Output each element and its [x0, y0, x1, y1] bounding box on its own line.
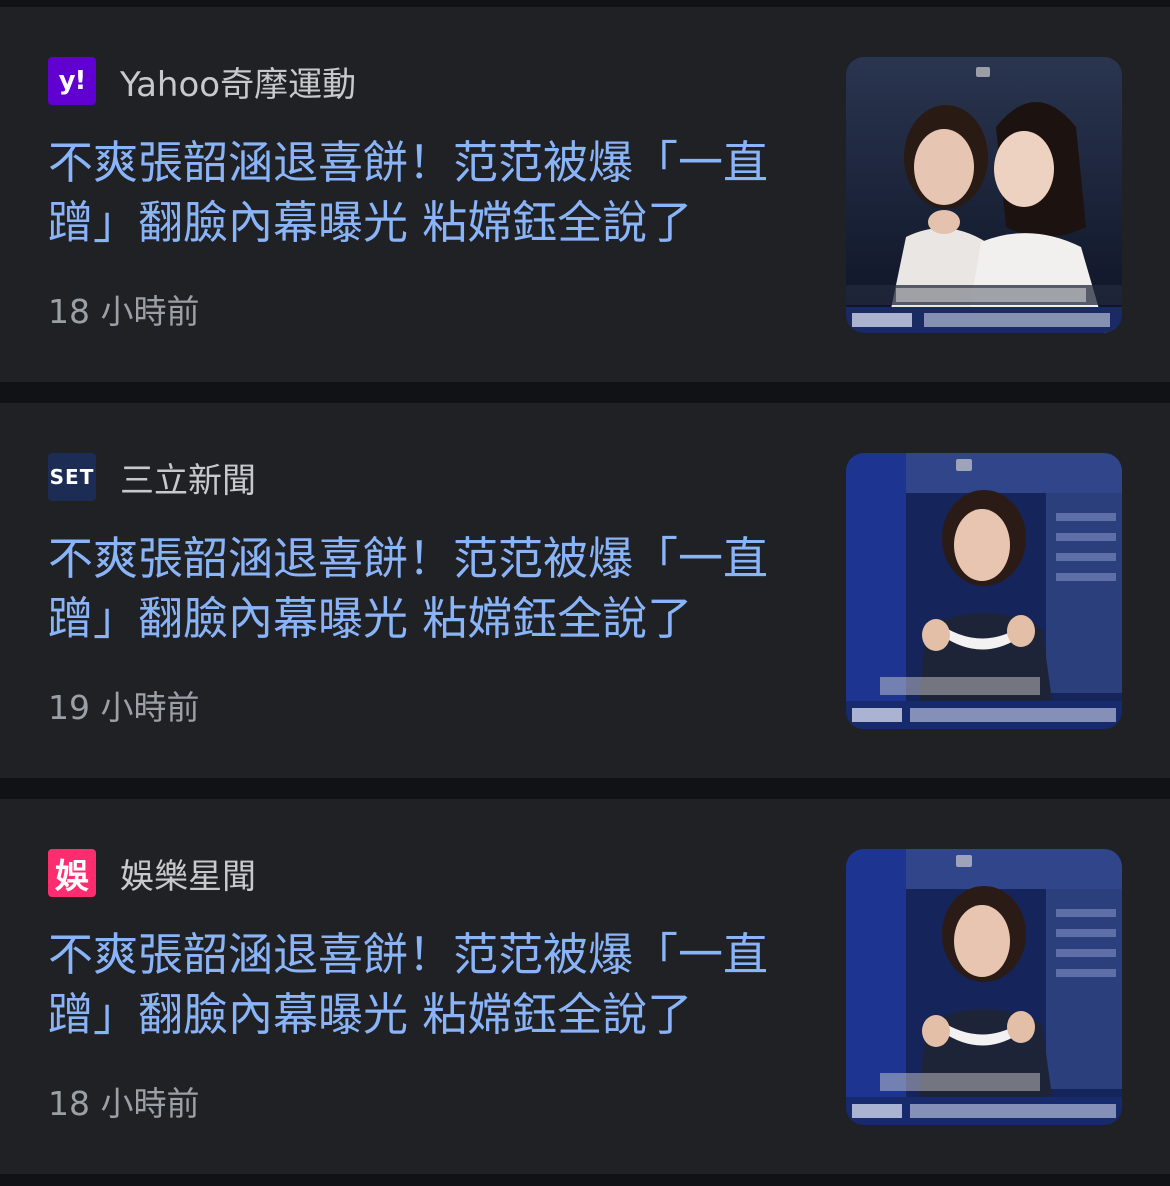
source-logo-text: 娛	[55, 856, 89, 897]
news-feed: y! Yahoo奇摩運動 不爽張韶涵退喜餅！范范被爆「一直蹭」翻臉內幕曝光 粘嫦…	[0, 0, 1170, 1186]
source-logo-text: SET	[49, 465, 95, 489]
source-row: y! Yahoo奇摩運動	[48, 57, 357, 105]
source-logo-text: y!	[58, 66, 87, 96]
source-name: Yahoo奇摩運動	[120, 64, 357, 105]
headline-link[interactable]: 不爽張韶涵退喜餅！范范被爆「一直蹭」翻臉內幕曝光 粘嫦鈺全說了	[48, 133, 788, 253]
source-row: SET 三立新聞	[48, 453, 256, 501]
timestamp: 18 小時前	[48, 292, 200, 331]
thumbnail-image[interactable]	[846, 57, 1122, 333]
thumbnail-photo-tv-host	[846, 453, 1122, 729]
timestamp: 19 小時前	[48, 688, 200, 727]
yahoo-logo-icon: y!	[48, 57, 96, 105]
news-card[interactable]: 娛 娛樂星聞 不爽張韶涵退喜餅！范范被爆「一直蹭」翻臉內幕曝光 粘嫦鈺全說了 1…	[0, 799, 1170, 1174]
headline-link[interactable]: 不爽張韶涵退喜餅！范范被爆「一直蹭」翻臉內幕曝光 粘嫦鈺全說了	[48, 925, 788, 1045]
headline-link[interactable]: 不爽張韶涵退喜餅！范范被爆「一直蹭」翻臉內幕曝光 粘嫦鈺全說了	[48, 529, 788, 649]
thumbnail-image[interactable]	[846, 453, 1122, 729]
source-name: 娛樂星聞	[120, 856, 256, 897]
source-name: 三立新聞	[120, 460, 256, 501]
news-card[interactable]: SET 三立新聞 不爽張韶涵退喜餅！范范被爆「一直蹭」翻臉內幕曝光 粘嫦鈺全說了…	[0, 403, 1170, 778]
news-card[interactable]: y! Yahoo奇摩運動 不爽張韶涵退喜餅！范范被爆「一直蹭」翻臉內幕曝光 粘嫦…	[0, 7, 1170, 382]
set-logo-icon: SET	[48, 453, 96, 501]
thumbnail-photo-two-women	[846, 57, 1122, 333]
source-row: 娛 娛樂星聞	[48, 849, 256, 897]
entertainment-logo-icon: 娛	[48, 849, 96, 897]
timestamp: 18 小時前	[48, 1084, 200, 1123]
thumbnail-image[interactable]	[846, 849, 1122, 1125]
thumbnail-photo-tv-host	[846, 849, 1122, 1125]
